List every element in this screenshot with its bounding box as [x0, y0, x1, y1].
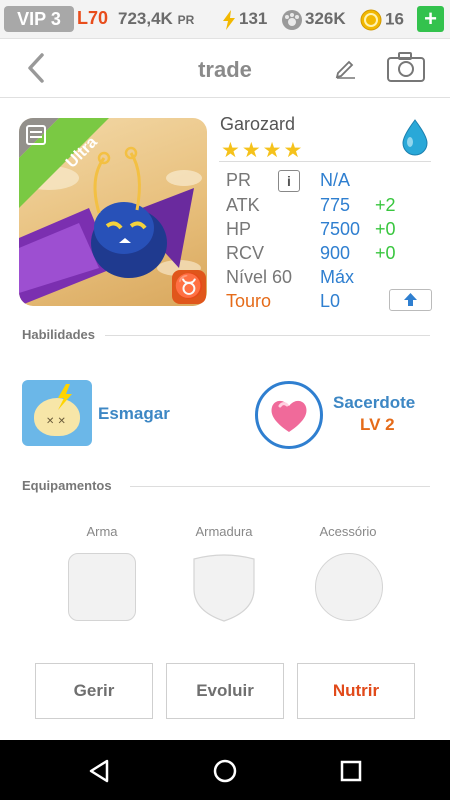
- arrow-up-icon: [404, 293, 417, 306]
- status-bar: VIP 3 L70 723,4K PR 131 326K 16 +: [0, 0, 450, 39]
- stat-bonus-hp: +0: [375, 219, 396, 239]
- coin-counter[interactable]: 16: [360, 9, 404, 31]
- energy-value: 131: [239, 9, 268, 28]
- star-rating: ★★★★: [221, 139, 305, 162]
- skill-esmagar-icon[interactable]: ✕ ✕: [22, 380, 92, 446]
- stat-label-atk: ATK: [226, 195, 260, 215]
- accessory-slot[interactable]: [315, 553, 383, 621]
- svg-text:✕ ✕: ✕ ✕: [46, 416, 66, 427]
- system-nav-bar: [0, 740, 450, 800]
- power-unit: PR: [177, 13, 195, 27]
- stat-value-atk: 775: [320, 195, 351, 215]
- stat-label-rcv: RCV: [226, 243, 265, 263]
- skills-divider: [105, 335, 430, 336]
- paw-counter[interactable]: 326K: [282, 9, 346, 30]
- nurture-button[interactable]: Nutrir: [297, 663, 415, 719]
- paw-value: 326K: [305, 9, 346, 28]
- coin-icon: [360, 9, 382, 31]
- nav-home-icon[interactable]: [212, 758, 238, 784]
- heart-icon: [271, 400, 307, 432]
- page-title: trade: [198, 57, 252, 82]
- weapon-slot[interactable]: [68, 553, 136, 621]
- nav-back-icon[interactable]: [87, 758, 113, 784]
- skills-heading: Habilidades: [22, 327, 95, 342]
- camera-icon[interactable]: [386, 51, 426, 83]
- upgrade-zodiac-button[interactable]: [389, 289, 432, 311]
- equipment-divider: [130, 486, 430, 487]
- app-header: trade: [0, 39, 450, 98]
- equipment-heading: Equipamentos: [22, 478, 112, 493]
- stat-value-zodiac: L0: [320, 291, 341, 311]
- power-rating: 723,4K PR: [118, 9, 194, 29]
- vip-badge[interactable]: VIP 3: [4, 6, 74, 32]
- stat-label-pr: PR: [226, 170, 252, 190]
- manage-button[interactable]: Gerir: [35, 663, 153, 719]
- power-value: 723,4K: [118, 9, 173, 28]
- name-divider: [219, 161, 431, 162]
- lightning-icon: [223, 9, 235, 30]
- coin-value: 16: [385, 9, 404, 29]
- stat-label-level: Nível 60: [226, 267, 293, 287]
- add-currency-button[interactable]: +: [417, 6, 444, 32]
- energy-counter[interactable]: 131: [222, 9, 267, 30]
- paw-icon: [282, 9, 302, 30]
- skill-sacerdote-icon[interactable]: [255, 381, 323, 449]
- stat-bonus-rcv: +0: [375, 243, 396, 263]
- equip-accessory-label: Acessório: [319, 524, 377, 539]
- skill-esmagar-label: Esmagar: [98, 404, 170, 423]
- player-level: L70: [77, 8, 109, 28]
- stat-bonus-atk: +2: [375, 195, 396, 215]
- smash-icon: ✕ ✕: [46, 384, 72, 427]
- monster-name: Garozard: [220, 114, 296, 134]
- stat-value-rcv: 900: [320, 243, 351, 263]
- stat-value-level: Máx: [320, 267, 355, 287]
- stat-label-zodiac: Touro: [226, 291, 272, 311]
- zodiac-taurus-icon: ♉: [172, 270, 206, 304]
- stat-value-hp: 7500: [320, 219, 361, 239]
- skill-sacerdote-level: LV 2: [360, 415, 395, 434]
- equip-weapon-label: Arma: [86, 524, 118, 539]
- armor-slot[interactable]: [190, 553, 258, 623]
- skill-sacerdote-label: Sacerdote: [333, 393, 416, 412]
- water-element-icon: [402, 119, 428, 156]
- info-icon[interactable]: i: [278, 170, 300, 192]
- equip-armor-label: Armadura: [195, 524, 253, 539]
- edit-pencil-icon[interactable]: [334, 55, 358, 79]
- stat-label-hp: HP: [226, 219, 252, 239]
- stat-value-pr: N/A: [320, 170, 351, 190]
- nav-recents-icon[interactable]: [338, 758, 364, 784]
- evolve-button[interactable]: Evoluir: [166, 663, 284, 719]
